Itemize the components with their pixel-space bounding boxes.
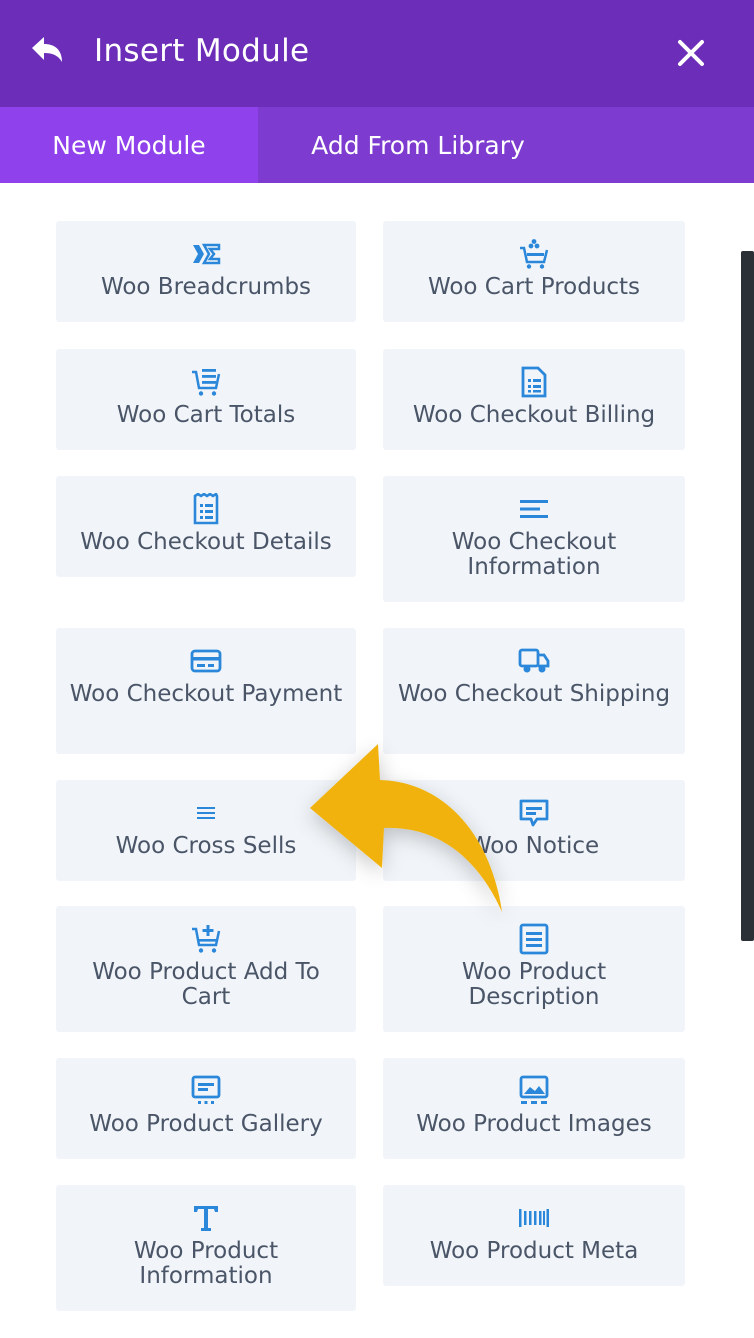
- module-woo-cart-products[interactable]: Woo Cart Products: [383, 221, 685, 322]
- billing-document-icon: [521, 366, 547, 398]
- tab-new-module[interactable]: New Module: [0, 107, 258, 183]
- gallery-icon: [191, 1075, 221, 1104]
- modal-header: Insert Module: [0, 0, 754, 107]
- module-label: Woo Product Gallery: [89, 1111, 323, 1137]
- module-woo-product-gallery[interactable]: Woo Product Gallery: [56, 1058, 356, 1159]
- module-label: Woo Product Information: [133, 1238, 279, 1289]
- truck-icon: [518, 648, 550, 673]
- module-label: Woo Checkout Billing: [412, 402, 656, 428]
- module-grid: Woo Breadcrumbs Woo Cart Products Woo Ca…: [0, 183, 754, 1338]
- chat-bubble-icon: [519, 799, 549, 827]
- module-woo-product-meta[interactable]: Woo Product Meta: [383, 1185, 685, 1286]
- module-label: Woo Product Meta: [429, 1238, 639, 1264]
- module-woo-breadcrumbs[interactable]: Woo Breadcrumbs: [56, 221, 356, 322]
- module-label: Woo Breadcrumbs: [100, 274, 312, 300]
- module-label: Woo Product Description: [461, 959, 607, 1010]
- module-woo-notice[interactable]: Woo Notice: [383, 780, 685, 881]
- module-woo-checkout-information[interactable]: Woo Checkout Information: [383, 476, 685, 602]
- tab-add-from-library[interactable]: Add From Library: [258, 107, 578, 183]
- scrollbar[interactable]: [741, 251, 754, 941]
- module-woo-product-add-to-cart[interactable]: Woo Product Add To Cart: [56, 906, 356, 1032]
- text-lines-icon: [520, 500, 548, 518]
- module-label: Woo Product Add To Cart: [92, 959, 320, 1010]
- module-woo-cross-sells[interactable]: Woo Cross Sells: [56, 780, 356, 881]
- description-icon: [519, 923, 549, 955]
- tab-bar: New Module Add From Library: [0, 107, 754, 183]
- credit-card-icon: [190, 649, 222, 673]
- module-label: Woo Checkout Details: [80, 529, 332, 555]
- breadcrumbs-icon: [193, 243, 221, 265]
- modal-title: Insert Module: [94, 33, 310, 69]
- image-icon: [519, 1075, 549, 1104]
- module-woo-cart-totals[interactable]: Woo Cart Totals: [56, 349, 356, 450]
- module-label: Woo Cart Products: [427, 274, 641, 300]
- module-label: Woo Checkout Shipping: [397, 681, 671, 707]
- module-label: Woo Notice: [468, 833, 600, 859]
- undo-arrow-icon[interactable]: [28, 34, 68, 70]
- module-woo-checkout-billing[interactable]: Woo Checkout Billing: [383, 349, 685, 450]
- module-woo-product-information[interactable]: Woo Product Information: [56, 1185, 356, 1311]
- module-woo-product-images[interactable]: Woo Product Images: [383, 1058, 685, 1159]
- module-label: Woo Cart Totals: [116, 402, 296, 428]
- receipt-icon: [193, 493, 219, 525]
- close-icon[interactable]: [674, 36, 708, 70]
- module-woo-checkout-details[interactable]: Woo Checkout Details: [56, 476, 356, 577]
- module-label: Woo Checkout Information: [451, 529, 617, 580]
- text-t-icon: [194, 1206, 218, 1231]
- cart-totals-icon: [192, 369, 221, 396]
- module-label: Woo Product Images: [416, 1111, 652, 1137]
- cart-add-icon: [192, 925, 221, 953]
- menu-lines-icon: [197, 807, 215, 819]
- module-label: Woo Cross Sells: [115, 833, 297, 859]
- module-woo-product-description[interactable]: Woo Product Description: [383, 906, 685, 1032]
- cart-products-icon: [520, 239, 549, 269]
- module-label: Woo Checkout Payment: [69, 681, 343, 707]
- module-woo-checkout-shipping[interactable]: Woo Checkout Shipping: [383, 628, 685, 754]
- module-woo-checkout-payment[interactable]: Woo Checkout Payment: [56, 628, 356, 754]
- barcode-icon: [519, 1209, 549, 1227]
